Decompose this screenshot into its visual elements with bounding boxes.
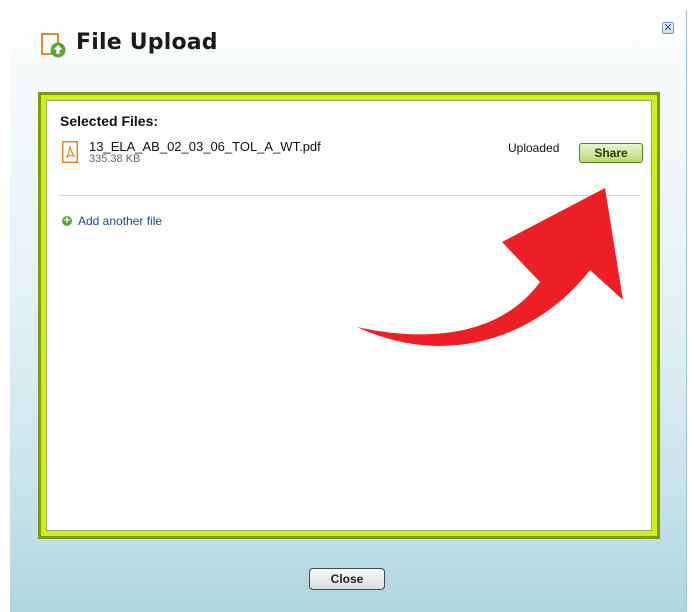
close-icon[interactable]: ✕ xyxy=(662,22,674,34)
file-row: 13_ELA_AB_02_03_06_TOL_A_WT.pdf 335.38 K… xyxy=(60,139,643,183)
upload-status: Uploaded xyxy=(508,141,560,155)
file-upload-dialog: ✕ File Upload Selected Files: 13_ELA_AB_… xyxy=(10,10,687,612)
add-another-file-label: Add another file xyxy=(78,214,163,228)
divider xyxy=(60,195,640,196)
file-list-frame: Selected Files: 13_ELA_AB_02_03_06_TOL_A… xyxy=(38,92,660,539)
dialog-title: File Upload xyxy=(76,30,218,55)
pdf-icon xyxy=(62,141,78,163)
close-button[interactable]: Close xyxy=(309,568,385,590)
share-button[interactable]: Share xyxy=(579,143,643,163)
upload-file-icon xyxy=(41,33,66,58)
file-size: 335.38 KB xyxy=(89,153,141,165)
selected-files-heading: Selected Files: xyxy=(60,113,159,129)
add-circle-icon: + xyxy=(62,215,72,226)
file-name: 13_ELA_AB_02_03_06_TOL_A_WT.pdf xyxy=(89,139,321,154)
file-list-panel: Selected Files: 13_ELA_AB_02_03_06_TOL_A… xyxy=(46,100,652,531)
